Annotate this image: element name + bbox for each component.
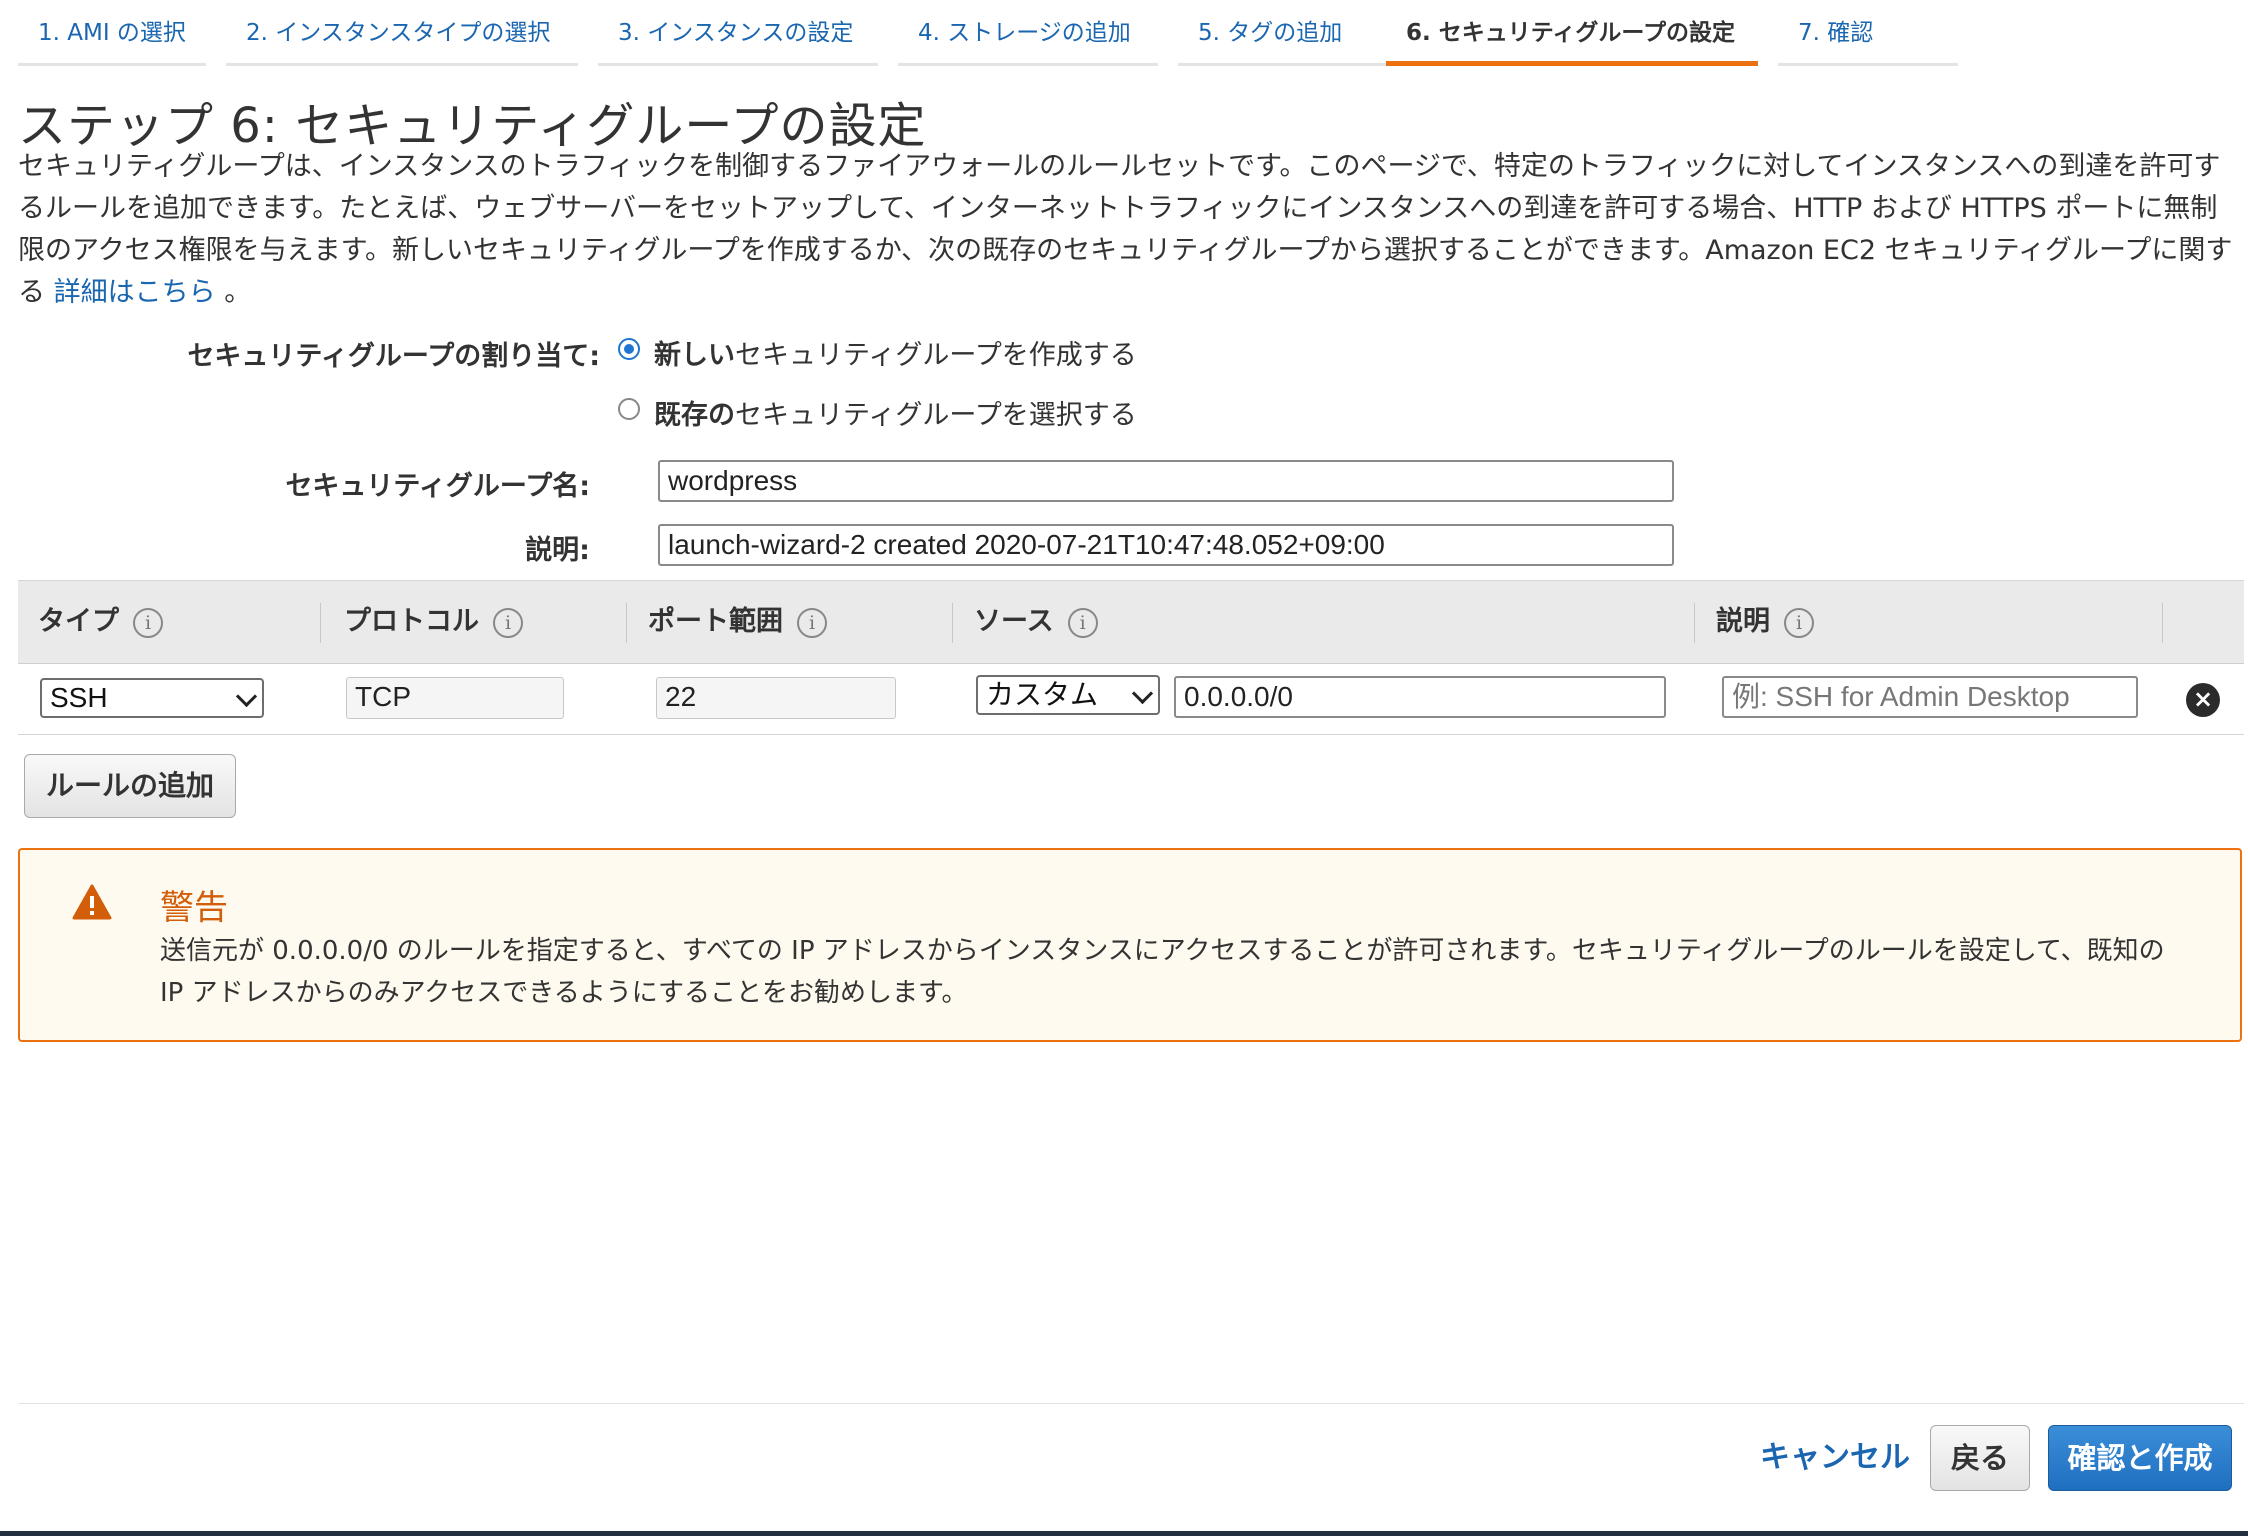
rule-source-cidr-input[interactable]: 0.0.0.0/0 xyxy=(1174,676,1666,718)
tab-choose-ami[interactable]: 1. AMI の選択 xyxy=(18,0,206,66)
warning-triangle-icon xyxy=(72,884,112,920)
column-divider xyxy=(626,603,627,643)
radio-create-new-bold: 新しい xyxy=(654,340,735,371)
rule-protocol-field: TCP xyxy=(346,677,564,719)
rule-source-select[interactable]: カスタム xyxy=(976,675,1160,715)
page-description: セキュリティグループは、インスタンスのトラフィックを制御するファイアウォールのル… xyxy=(18,146,2238,314)
group-name-input[interactable]: wordpress xyxy=(658,460,1674,502)
info-icon[interactable]: i xyxy=(1784,607,1814,638)
radio-select-existing-bold: 既存の xyxy=(654,400,735,431)
warning-body: 送信元が 0.0.0.0/0 のルールを指定すると、すべての IP アドレスから… xyxy=(160,936,2165,1008)
tab-choose-instance-type[interactable]: 2. インスタンスタイプの選択 xyxy=(226,0,578,66)
tab-add-tags[interactable]: 5. タグの追加 xyxy=(1178,0,1386,66)
remove-rule-icon[interactable]: × xyxy=(2186,683,2220,717)
assignment-label: セキュリティグループの割り当て: xyxy=(187,341,600,372)
rule-port-range-field[interactable]: 22 xyxy=(656,677,896,719)
radio-select-existing-label[interactable]: 既存のセキュリティグループを選択する xyxy=(654,393,1137,432)
chevron-down-icon xyxy=(235,685,258,708)
warning-title: 警告 xyxy=(160,888,228,928)
radio-select-existing-rest: セキュリティグループを選択する xyxy=(735,400,1137,431)
learn-more-link[interactable]: 詳細はこちら xyxy=(54,277,216,308)
tab-configure-instance[interactable]: 3. インスタンスの設定 xyxy=(598,0,878,66)
radio-select-existing[interactable] xyxy=(618,398,640,420)
description-end: 。 xyxy=(224,277,252,308)
add-rule-button[interactable]: ルールの追加 xyxy=(24,754,236,818)
tab-review[interactable]: 7. 確認 xyxy=(1778,0,1958,66)
info-icon[interactable]: i xyxy=(1067,607,1098,638)
row-divider xyxy=(18,734,2244,735)
warning-alert: 警告 送信元が 0.0.0.0/0 のルールを指定すると、すべての IP アドレ… xyxy=(18,848,2242,1042)
description-input[interactable]: launch-wizard-2 created 2020-07-21T10:47… xyxy=(658,524,1674,566)
radio-create-new[interactable] xyxy=(618,338,640,360)
chevron-down-icon xyxy=(1131,682,1154,705)
cancel-link[interactable]: キャンセル xyxy=(1760,1432,1910,1476)
description-label: 説明: xyxy=(525,535,590,566)
back-button[interactable]: 戻る xyxy=(1930,1425,2030,1491)
info-icon[interactable]: i xyxy=(797,607,827,638)
description-text: セキュリティグループは、インスタンスのトラフィックを制御するファイアウォールのル… xyxy=(18,151,2233,308)
footer-divider xyxy=(18,1403,2244,1404)
header-port-range: ポート範囲 i xyxy=(648,581,827,663)
rule-type-select[interactable]: SSH xyxy=(40,678,264,718)
group-name-label: セキュリティグループ名: xyxy=(285,471,590,502)
tab-configure-security-group[interactable]: 6. セキュリティグループの設定 xyxy=(1386,0,1758,66)
info-icon[interactable]: i xyxy=(493,607,523,638)
tab-add-storage[interactable]: 4. ストレージの追加 xyxy=(898,0,1158,66)
info-icon[interactable]: i xyxy=(133,607,163,638)
header-source: ソース i xyxy=(974,581,1098,663)
rules-table-header: タイプ i プロトコル i ポート範囲 i ソース i 説明 i xyxy=(18,580,2244,664)
header-description: 説明 i xyxy=(1716,581,1814,663)
radio-create-new-rest: セキュリティグループを作成する xyxy=(735,340,1137,371)
column-divider xyxy=(320,603,321,643)
review-and-launch-button[interactable]: 確認と作成 xyxy=(2048,1425,2232,1491)
radio-create-new-label[interactable]: 新しいセキュリティグループを作成する xyxy=(654,333,1137,372)
column-divider xyxy=(1694,603,1695,643)
rule-description-input[interactable]: 例: SSH for Admin Desktop xyxy=(1722,676,2138,718)
header-protocol: プロトコル i xyxy=(344,581,523,663)
bottom-bar xyxy=(0,1531,2248,1536)
header-type: タイプ i xyxy=(38,581,163,663)
column-divider xyxy=(952,603,953,643)
column-divider xyxy=(2162,603,2163,643)
